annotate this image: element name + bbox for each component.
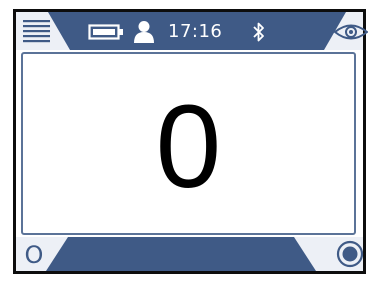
measurement-reading: 0 [155,80,222,213]
meter-device-frame: 17:16 0 O [13,9,369,274]
status-time: 17:16 [168,21,223,42]
measurement-display: 0 [21,52,356,235]
status-bar: 17:16 [16,12,369,50]
bluetooth-icon [252,21,266,43]
bottom-band [46,237,316,271]
user-icon [133,20,155,44]
zero-button[interactable]: O [21,241,47,269]
battery-icon [88,24,124,40]
record-icon[interactable] [336,240,364,268]
menu-icon[interactable] [23,19,51,45]
eye-icon[interactable] [333,23,369,41]
status-band: 17:16 [48,12,346,50]
bottom-bar: O [16,237,364,271]
